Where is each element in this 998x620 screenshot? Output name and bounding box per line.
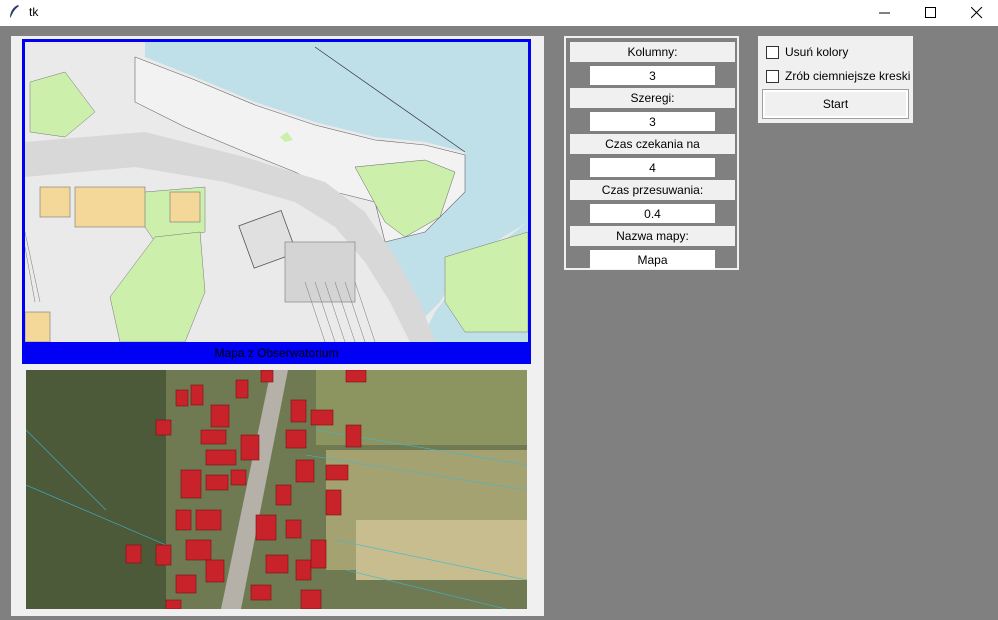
checkbox-box[interactable] — [766, 45, 779, 59]
rows-label: Szeregi: — [570, 88, 735, 108]
map-name-input[interactable]: Mapa — [590, 250, 715, 269]
minimize-button[interactable] — [862, 0, 908, 26]
rows-input[interactable]: 3 — [590, 112, 715, 131]
shift-time-label: Czas przesuwania: — [570, 180, 735, 200]
orthophoto-svg — [25, 369, 528, 610]
maximize-icon — [925, 7, 936, 18]
shift-time-input[interactable]: 0.4 — [590, 204, 715, 223]
maximize-button[interactable] — [908, 0, 954, 26]
start-button[interactable]: Start — [762, 89, 909, 119]
columns-label: Kolumny: — [570, 42, 735, 62]
columns-input[interactable]: 3 — [590, 66, 715, 85]
observatory-map-panel: Mapa z Obserwatorium — [22, 39, 531, 364]
minimize-icon — [879, 12, 890, 14]
wait-time-input[interactable]: 4 — [590, 158, 715, 177]
remove-colors-label: Usuń kolory — [785, 45, 849, 59]
darker-lines-label: Zrób ciemniejsze kreski — [785, 69, 911, 83]
options-panel: Usuń kolory Zrób ciemniejsze kreski Star… — [758, 36, 913, 123]
close-icon — [971, 7, 983, 19]
window-title: tk — [29, 5, 39, 19]
close-button[interactable] — [954, 0, 998, 26]
checkbox-box[interactable] — [766, 69, 779, 83]
parameters-panel: Kolumny: 3 Szeregi: 3 Czas czekania na z… — [564, 36, 739, 270]
observatory-map-image — [25, 42, 528, 342]
wait-time-label: Czas czekania na załadowanie: — [570, 134, 735, 171]
map-name-label: Nazwa mapy: — [570, 226, 735, 246]
remove-colors-checkbox[interactable]: Usuń kolory — [766, 43, 848, 61]
orthophoto-map-image — [25, 369, 528, 610]
title-bar: tk — [0, 0, 998, 26]
feather-icon — [9, 5, 19, 20]
darker-lines-checkbox[interactable]: Zrób ciemniejsze kreski — [766, 67, 910, 85]
map-caption: Mapa z Obserwatorium — [214, 346, 339, 360]
